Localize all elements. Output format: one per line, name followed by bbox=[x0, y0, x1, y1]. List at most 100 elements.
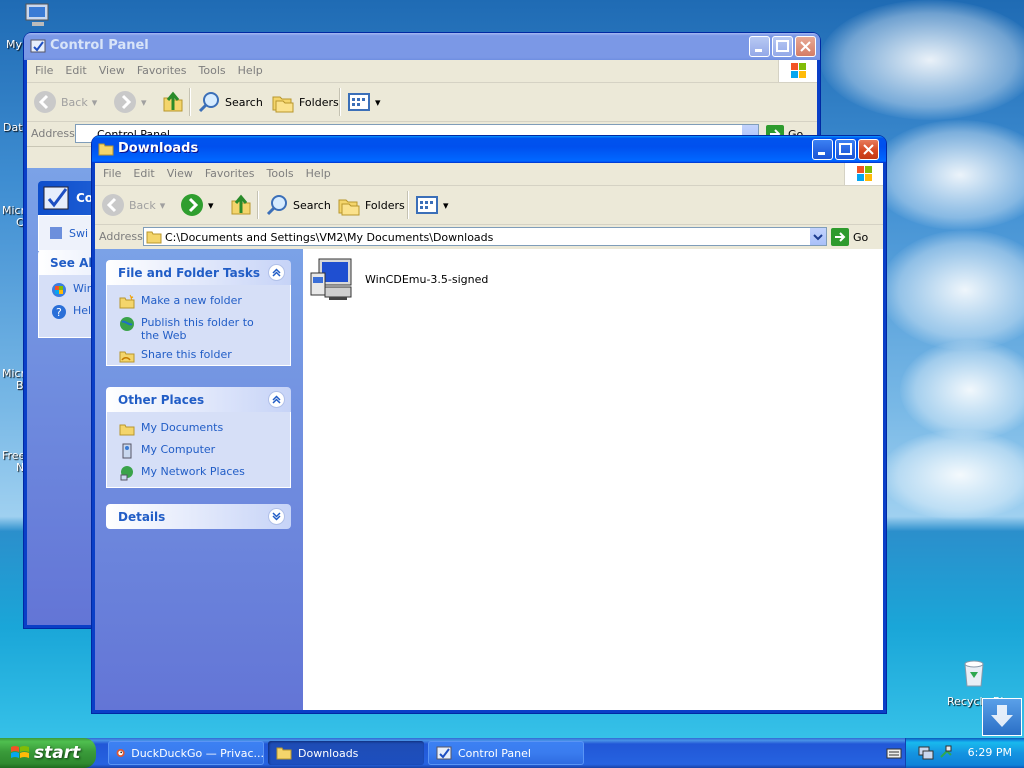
control-panel-icon bbox=[30, 39, 46, 53]
desktop-label[interactable]: My bbox=[6, 38, 22, 51]
details-header[interactable]: Details bbox=[106, 504, 291, 529]
control-panel-icon bbox=[43, 186, 69, 210]
collapse-chevron-icon[interactable] bbox=[268, 264, 285, 281]
folder-icon bbox=[146, 231, 162, 244]
go-button[interactable]: Go bbox=[831, 228, 868, 246]
menu-tools[interactable]: Tools bbox=[261, 163, 300, 180]
my-network-places-link[interactable]: My Network Places bbox=[107, 462, 290, 484]
shared-folder-icon bbox=[119, 351, 135, 363]
svg-text:?: ? bbox=[56, 306, 62, 319]
taskbar-button-control-panel[interactable]: Control Panel bbox=[428, 741, 584, 765]
menu-edit[interactable]: Edit bbox=[127, 163, 160, 180]
desktop-label[interactable]: Dat bbox=[3, 121, 23, 134]
menu-bar: File Edit View Favorites Tools Help bbox=[27, 60, 817, 83]
network-places-icon bbox=[120, 466, 133, 481]
folder-icon bbox=[98, 143, 114, 156]
back-button[interactable]: Back ▾ bbox=[101, 192, 165, 218]
up-folder-button[interactable] bbox=[161, 89, 185, 115]
minimize-button[interactable] bbox=[812, 139, 833, 160]
minimize-button[interactable] bbox=[749, 36, 770, 57]
address-input[interactable]: C:\Documents and Settings\VM2\My Documen… bbox=[143, 227, 827, 246]
globe-icon bbox=[120, 317, 134, 331]
maximize-button[interactable] bbox=[835, 139, 856, 160]
search-button[interactable]: Search bbox=[197, 89, 263, 115]
my-documents-link[interactable]: My Documents bbox=[107, 418, 290, 440]
other-places-header[interactable]: Other Places bbox=[106, 387, 291, 412]
make-new-folder-link[interactable]: Make a new folder bbox=[107, 291, 290, 313]
help-icon: ? bbox=[52, 305, 66, 319]
control-panel-icon bbox=[436, 746, 452, 760]
menu-edit[interactable]: Edit bbox=[59, 60, 92, 77]
views-icon bbox=[416, 196, 438, 214]
menu-tools[interactable]: Tools bbox=[193, 60, 232, 77]
search-icon bbox=[198, 92, 219, 113]
recycle-bin-icon[interactable] bbox=[958, 656, 990, 688]
network-tray-icon[interactable] bbox=[918, 745, 934, 761]
address-bar: Address C:\Documents and Settings\VM2\My… bbox=[95, 225, 883, 250]
clock[interactable]: 6:29 PM bbox=[968, 746, 1012, 759]
new-folder-icon bbox=[119, 294, 135, 309]
taskbar-button-downloads[interactable]: Downloads bbox=[268, 741, 424, 765]
downloads-window[interactable]: Downloads File Edit View Favorites Tools Help… bbox=[92, 136, 886, 713]
folders-button[interactable]: Folders bbox=[337, 192, 405, 218]
address-dropdown-button[interactable] bbox=[809, 228, 826, 245]
windows-logo-icon bbox=[11, 746, 29, 758]
file-item[interactable]: WinCDEmu-3.5-signed bbox=[309, 255, 488, 303]
toolbar: Back ▾ ▾ Search Folders ▾ bbox=[27, 83, 817, 122]
my-computer-desktop-icon[interactable] bbox=[22, 2, 54, 30]
forward-arrow-icon bbox=[114, 91, 136, 113]
share-folder-link[interactable]: Share this folder bbox=[107, 345, 290, 367]
menu-view[interactable]: View bbox=[93, 60, 131, 77]
address-label: Address bbox=[99, 230, 143, 243]
control-panel-titlebar[interactable]: Control Panel bbox=[24, 33, 820, 60]
folders-button[interactable]: Folders bbox=[271, 89, 339, 115]
forward-button[interactable]: ▾ bbox=[180, 192, 214, 218]
browser-icon bbox=[116, 748, 125, 758]
downloads-titlebar[interactable]: Downloads bbox=[92, 136, 886, 163]
start-button[interactable]: start bbox=[0, 738, 96, 768]
maximize-button[interactable] bbox=[772, 36, 793, 57]
other-places-panel: Other Places My Documents My Computer My… bbox=[106, 387, 291, 488]
back-button[interactable]: Back ▾ bbox=[33, 89, 97, 115]
up-folder-icon bbox=[231, 194, 251, 215]
download-arrow-icon bbox=[982, 698, 1022, 736]
taskbar-button-duckduckgo[interactable]: DuckDuckGo — Privac... bbox=[108, 741, 264, 765]
forward-arrow-icon bbox=[181, 194, 203, 216]
search-button[interactable]: Search bbox=[265, 192, 331, 218]
menu-help[interactable]: Help bbox=[232, 60, 269, 77]
desktop-label[interactable]: B bbox=[16, 379, 24, 392]
collapse-chevron-icon[interactable] bbox=[268, 391, 285, 408]
taskbar: start DuckDuckGo — Privac... Downloads C… bbox=[0, 738, 1024, 768]
task-pane: File and Folder Tasks Make a new folder … bbox=[95, 249, 303, 710]
menu-file[interactable]: File bbox=[29, 60, 59, 77]
menu-file[interactable]: File bbox=[97, 163, 127, 180]
back-arrow-icon bbox=[102, 194, 124, 216]
my-computer-link[interactable]: My Computer bbox=[107, 440, 290, 462]
search-icon bbox=[266, 195, 287, 216]
windows-flag-icon bbox=[844, 163, 883, 185]
desktop-label[interactable]: N bbox=[16, 461, 24, 474]
switch-view-link[interactable]: Swi bbox=[69, 227, 88, 240]
safely-remove-tray-icon[interactable] bbox=[938, 745, 954, 761]
close-button[interactable] bbox=[795, 36, 816, 57]
menu-favorites[interactable]: Favorites bbox=[131, 60, 193, 77]
up-folder-button[interactable] bbox=[229, 192, 253, 218]
up-folder-icon bbox=[163, 91, 183, 112]
views-button[interactable]: ▾ bbox=[347, 89, 381, 115]
folders-icon bbox=[338, 199, 360, 216]
my-computer-icon bbox=[122, 443, 132, 459]
forward-button[interactable]: ▾ bbox=[113, 89, 147, 115]
windows-update-icon bbox=[52, 283, 66, 297]
installer-icon bbox=[310, 258, 352, 300]
views-button[interactable]: ▾ bbox=[415, 192, 449, 218]
expand-chevron-icon[interactable] bbox=[268, 508, 285, 525]
publish-folder-link[interactable]: Publish this folder to the Web bbox=[107, 313, 290, 345]
menu-favorites[interactable]: Favorites bbox=[199, 163, 261, 180]
file-folder-tasks-header[interactable]: File and Folder Tasks bbox=[106, 260, 291, 285]
menu-help[interactable]: Help bbox=[300, 163, 337, 180]
keyboard-layout-icon[interactable] bbox=[886, 746, 902, 760]
window-title: Control Panel bbox=[50, 38, 149, 53]
menu-view[interactable]: View bbox=[161, 163, 199, 180]
desktop-label[interactable]: C bbox=[16, 216, 24, 229]
close-button[interactable] bbox=[858, 139, 879, 160]
